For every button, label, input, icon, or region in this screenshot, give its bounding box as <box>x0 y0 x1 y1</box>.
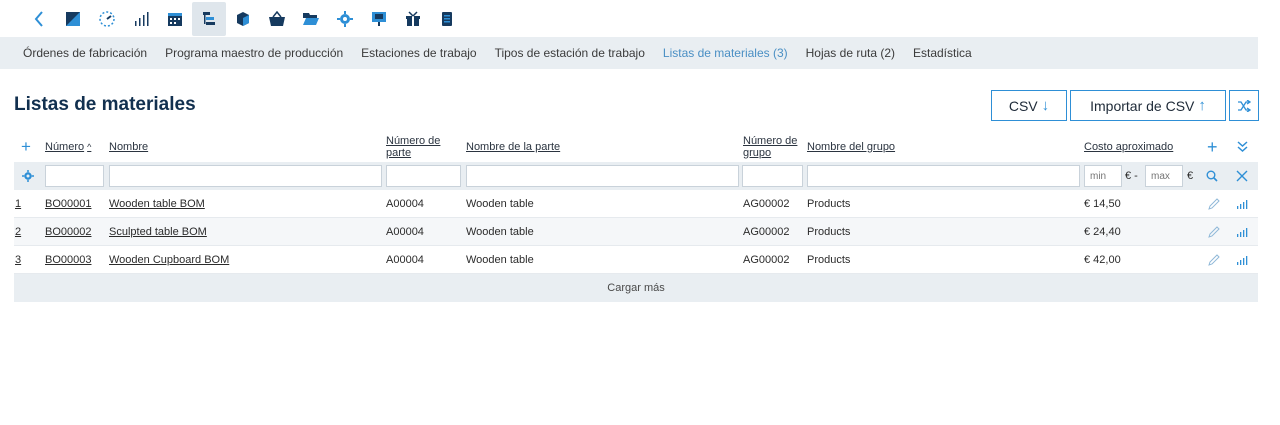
filter-cost-min-input[interactable] <box>1084 165 1122 187</box>
gift-icon[interactable] <box>396 2 430 36</box>
import-label: Importar de CSV <box>1090 97 1195 114</box>
stats-icon[interactable] <box>1236 218 1248 246</box>
row-cost: € 24,40 <box>1084 226 1121 238</box>
header-part-number-line2: parte <box>386 146 412 159</box>
csv-export-button[interactable]: CSV ↓ <box>991 90 1067 121</box>
row-part-name: Wooden table <box>466 254 534 266</box>
header-cost[interactable]: Costo aproximado <box>1084 131 1173 162</box>
row-part-number: A00004 <box>386 254 424 266</box>
tree-icon[interactable] <box>192 1 226 36</box>
load-more-button[interactable]: Cargar más <box>14 274 1258 302</box>
row-index[interactable]: 3 <box>15 246 21 274</box>
top-toolbar <box>0 0 1280 37</box>
csv-label: CSV <box>1008 97 1038 114</box>
shuffle-button[interactable] <box>1229 90 1259 121</box>
sub-navigation: Órdenes de fabricación Programa maestro … <box>0 37 1258 69</box>
sort-asc-icon: ^ <box>87 141 92 152</box>
folder-icon[interactable] <box>294 2 328 36</box>
filter-group-name-input[interactable] <box>807 165 1080 187</box>
filter-row: € - € <box>14 162 1258 190</box>
header-group-number[interactable]: Número de grupo <box>743 131 797 162</box>
filter-currency-label: € <box>1187 170 1194 182</box>
filter-range-separator: € - <box>1125 170 1138 182</box>
add-row-icon[interactable]: + <box>21 131 31 162</box>
box-icon[interactable] <box>226 2 260 36</box>
gear-icon[interactable] <box>328 2 362 36</box>
clear-filter-icon[interactable] <box>1236 162 1248 190</box>
subnav-workstations[interactable]: Estaciones de trabajo <box>361 46 476 60</box>
stats-icon[interactable] <box>1236 190 1248 218</box>
back-icon[interactable] <box>22 2 56 36</box>
arrow-down-icon: ↓ <box>1041 97 1050 114</box>
import-csv-button[interactable]: Importar de CSV ↑ <box>1070 90 1226 121</box>
stats-icon[interactable] <box>1236 246 1248 274</box>
table-header: + Número ^ Nombre Número de parte Nombre… <box>14 131 1258 162</box>
header-name[interactable]: Nombre <box>109 131 148 162</box>
subnav-master-production-schedule[interactable]: Programa maestro de producción <box>165 46 343 60</box>
subnav-manufacturing-orders[interactable]: Órdenes de fabricación <box>23 46 147 60</box>
subnav-bills-of-materials[interactable]: Listas de materiales (3) <box>663 46 788 60</box>
dashboard-icon[interactable] <box>56 2 90 36</box>
row-group-number: AG00002 <box>743 226 790 238</box>
row-group-name: Products <box>807 226 851 238</box>
edit-icon[interactable] <box>1207 246 1220 274</box>
filter-name-input[interactable] <box>109 165 382 187</box>
bom-table: + Número ^ Nombre Número de parte Nombre… <box>14 131 1258 302</box>
shuffle-icon <box>1238 99 1251 112</box>
document-icon[interactable] <box>430 2 464 36</box>
table-row: 3 BO00003 Wooden Cupboard BOM A00004 Wooden … <box>14 246 1258 274</box>
subnav-statistics[interactable]: Estadística <box>913 46 972 60</box>
row-index[interactable]: 1 <box>15 190 21 218</box>
row-part-number: A00004 <box>386 226 424 238</box>
add-column-icon[interactable]: + <box>1207 131 1218 162</box>
table-row: 2 BO00002 Sculpted table BOM A00004 Wooden t… <box>14 218 1258 246</box>
row-part-name: Wooden table <box>466 226 534 238</box>
row-number-link[interactable]: BO00002 <box>45 218 91 246</box>
row-group-number: AG00002 <box>743 198 790 210</box>
row-cost: € 14,50 <box>1084 198 1121 210</box>
row-index[interactable]: 2 <box>15 218 21 246</box>
header-part-number-line1: Número de <box>386 134 441 147</box>
header-group-number-line2: grupo <box>743 146 772 159</box>
expand-down-icon[interactable] <box>1236 131 1249 162</box>
edit-icon[interactable] <box>1207 190 1220 218</box>
row-group-name: Products <box>807 254 851 266</box>
filter-group-number-input[interactable] <box>742 165 803 187</box>
arrow-up-icon: ↑ <box>1198 97 1206 114</box>
header-number[interactable]: Número ^ <box>45 131 91 162</box>
row-number-link[interactable]: BO00003 <box>45 246 91 274</box>
edit-icon[interactable] <box>1207 218 1220 246</box>
presentation-icon[interactable] <box>362 2 396 36</box>
row-part-name: Wooden table <box>466 198 534 210</box>
calendar-icon[interactable] <box>158 2 192 36</box>
search-icon[interactable] <box>1206 162 1218 190</box>
row-name-link[interactable]: Wooden table BOM <box>109 190 205 218</box>
header-part-number[interactable]: Número de parte <box>386 131 440 162</box>
row-name-link[interactable]: Sculpted table BOM <box>109 218 207 246</box>
filter-cost-max-input[interactable] <box>1145 165 1183 187</box>
bar-chart-icon[interactable] <box>124 2 158 36</box>
header-group-number-line1: Número de <box>743 134 798 147</box>
filter-number-input[interactable] <box>45 165 104 187</box>
row-number-link[interactable]: BO00001 <box>45 190 91 218</box>
row-group-number: AG00002 <box>743 254 790 266</box>
header-part-name[interactable]: Nombre de la parte <box>466 131 560 162</box>
row-name-link[interactable]: Wooden Cupboard BOM <box>109 246 229 274</box>
header-group-name[interactable]: Nombre del grupo <box>807 131 895 162</box>
row-group-name: Products <box>807 198 851 210</box>
row-part-number: A00004 <box>386 198 424 210</box>
header-number-label: Número <box>45 140 85 153</box>
basket-icon[interactable] <box>260 2 294 36</box>
gauge-icon[interactable] <box>90 2 124 36</box>
page-title: Listas de materiales <box>14 94 196 115</box>
filter-part-name-input[interactable] <box>466 165 739 187</box>
filter-part-number-input[interactable] <box>386 165 461 187</box>
table-row: 1 BO00001 Wooden table BOM A00004 Wooden tab… <box>14 190 1258 218</box>
subnav-routings[interactable]: Hojas de ruta (2) <box>806 46 895 60</box>
subnav-workstation-types[interactable]: Tipos de estación de trabajo <box>495 46 645 60</box>
row-cost: € 42,00 <box>1084 254 1121 266</box>
filter-settings-icon[interactable] <box>22 162 34 190</box>
